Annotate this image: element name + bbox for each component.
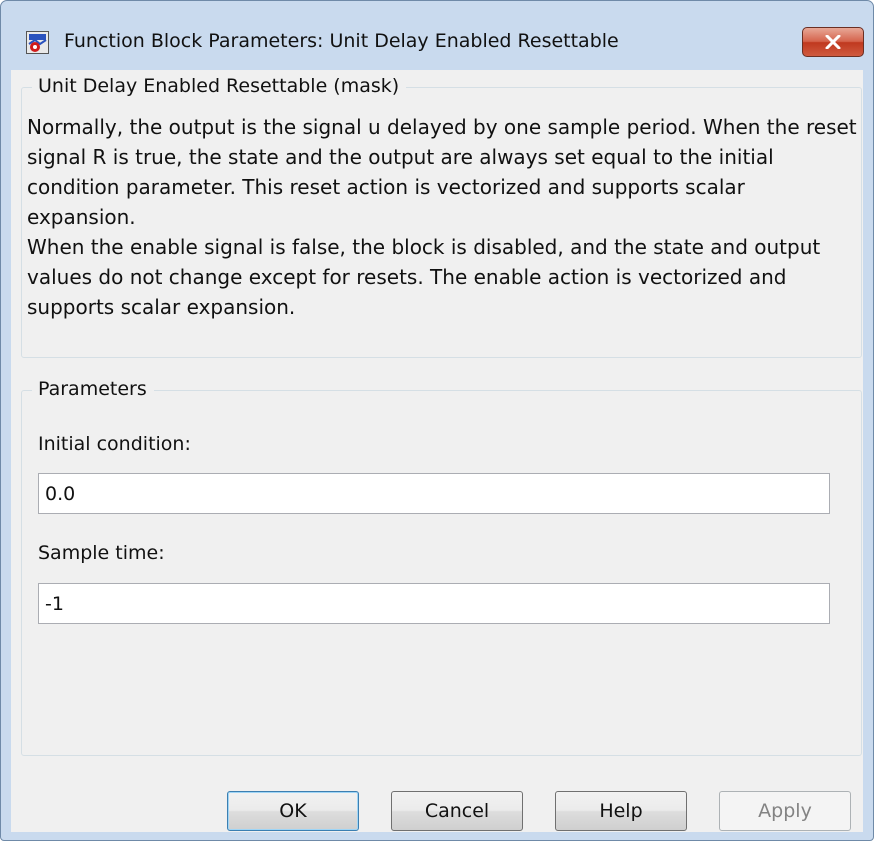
mask-description-group: Unit Delay Enabled Resettable (mask) Nor…: [21, 75, 862, 358]
cancel-button[interactable]: Cancel: [391, 791, 523, 831]
mask-description-text: Normally, the output is the signal u del…: [27, 112, 857, 322]
dialog-window: Function Block Parameters: Unit Delay En…: [0, 0, 874, 841]
help-button[interactable]: Help: [555, 791, 687, 831]
parameters-group: Parameters Initial condition: Sample tim…: [21, 378, 862, 756]
initial-condition-label: Initial condition:: [38, 433, 191, 455]
initial-condition-input[interactable]: [38, 473, 830, 514]
description-paragraph-1: Normally, the output is the signal u del…: [27, 115, 857, 229]
apply-button[interactable]: Apply: [719, 791, 851, 831]
parameters-group-title: Parameters: [32, 378, 154, 400]
dialog-client-area: Unit Delay Enabled Resettable (mask) Nor…: [11, 70, 863, 832]
sample-time-input[interactable]: [38, 583, 830, 624]
description-paragraph-2: When the enable signal is false, the blo…: [27, 235, 821, 319]
close-icon: [825, 35, 841, 49]
sample-time-label: Sample time:: [38, 542, 165, 564]
ok-button[interactable]: OK: [227, 791, 359, 831]
mask-description-title: Unit Delay Enabled Resettable (mask): [32, 75, 407, 97]
window-title: Function Block Parameters: Unit Delay En…: [64, 30, 619, 52]
close-button[interactable]: [802, 27, 864, 57]
simulink-block-icon: [26, 31, 49, 54]
